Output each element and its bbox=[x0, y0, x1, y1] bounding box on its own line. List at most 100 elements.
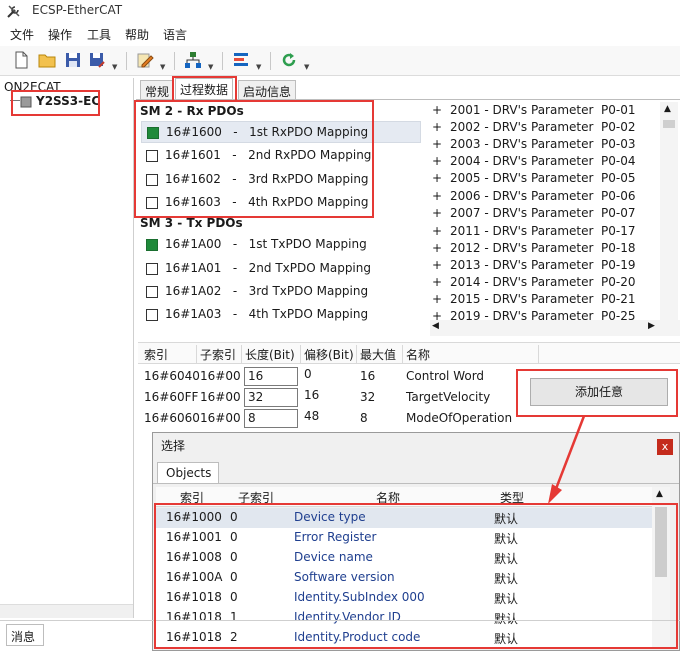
chevron-right-icon[interactable]: ▶ bbox=[648, 321, 655, 331]
chevron-down-icon[interactable]: ▼ bbox=[112, 63, 117, 71]
param-vertical-scrollbar[interactable]: ▲ bbox=[660, 102, 678, 334]
menu-file[interactable]: 文件 bbox=[10, 26, 34, 43]
length-input[interactable]: 16 bbox=[244, 367, 298, 386]
tab-messages[interactable]: 消息 bbox=[6, 624, 44, 646]
chevron-down-icon[interactable]: ▼ bbox=[160, 63, 165, 71]
column-header[interactable]: 偏移(Bit) bbox=[304, 346, 354, 363]
column-header[interactable]: 名称 bbox=[406, 346, 430, 363]
title-bar: ECSP-EtherCAT bbox=[0, 0, 680, 22]
chevron-down-icon[interactable]: ▼ bbox=[208, 63, 213, 71]
cell-subindex: 16#00 bbox=[200, 369, 241, 383]
tools-icon bbox=[7, 5, 20, 18]
annotation-box bbox=[134, 100, 374, 218]
menu-help[interactable]: 帮助 bbox=[125, 26, 149, 43]
chevron-down-icon[interactable]: ▼ bbox=[304, 63, 309, 71]
expand-icon[interactable]: + bbox=[432, 137, 442, 151]
expand-icon[interactable]: + bbox=[432, 275, 442, 289]
cell-offset: 0 bbox=[304, 367, 312, 381]
pdo-checkbox[interactable] bbox=[146, 286, 158, 298]
sm3-title: SM 3 - Tx PDOs bbox=[140, 216, 243, 230]
menu-language[interactable]: 语言 bbox=[163, 26, 187, 43]
save-as-icon[interactable] bbox=[88, 51, 106, 69]
cell-max: 8 bbox=[360, 411, 368, 425]
expand-icon[interactable]: + bbox=[432, 258, 442, 272]
length-input[interactable]: 32 bbox=[244, 388, 298, 407]
column-header[interactable]: 最大值 bbox=[360, 346, 396, 363]
expand-icon[interactable]: + bbox=[432, 224, 442, 238]
menu-operate[interactable]: 操作 bbox=[48, 26, 72, 43]
device-tree: ON2ECAT Y2SS3-EC bbox=[0, 78, 134, 618]
chevron-up-icon[interactable]: ▲ bbox=[656, 489, 663, 499]
cell-name: Control Word bbox=[406, 369, 485, 383]
cell-offset: 16 bbox=[304, 388, 320, 402]
cell-subindex: 16#00 bbox=[200, 411, 241, 425]
parameter-list: +2001 - DRV's Parameter P0-01 +2002 - DR… bbox=[430, 100, 680, 336]
open-folder-icon[interactable] bbox=[38, 51, 56, 69]
chevron-down-icon[interactable]: ▼ bbox=[256, 63, 261, 71]
txpdo-row[interactable]: 16#1A02 - 3rd TxPDO Mapping bbox=[141, 281, 421, 303]
toolbar-separator bbox=[270, 52, 271, 70]
expand-icon[interactable]: + bbox=[432, 171, 442, 185]
length-input[interactable]: 8 bbox=[244, 409, 298, 428]
edit-icon[interactable] bbox=[136, 51, 154, 69]
refresh-icon[interactable] bbox=[280, 51, 298, 69]
network-scan-icon[interactable] bbox=[184, 51, 202, 69]
cell-name: TargetVelocity bbox=[406, 390, 491, 404]
cell-index: 16#6060 bbox=[144, 411, 200, 425]
mapping-table-header: 索引 子索引 长度(Bit) 偏移(Bit) 最大值 名称 bbox=[138, 342, 680, 364]
tab-objects[interactable]: Objects bbox=[157, 462, 219, 484]
expand-icon[interactable]: + bbox=[432, 206, 442, 220]
pdo-label: 16#1A02 - 3rd TxPDO Mapping bbox=[165, 284, 369, 298]
chevron-left-icon[interactable]: ◀ bbox=[432, 321, 439, 331]
pdo-checkbox[interactable] bbox=[146, 239, 158, 251]
txpdo-row[interactable]: 16#1A03 - 4th TxPDO Mapping bbox=[141, 304, 421, 326]
column-header[interactable]: 长度(Bit) bbox=[245, 346, 295, 363]
annotation-box bbox=[172, 76, 237, 102]
toolbar-separator bbox=[126, 52, 127, 70]
pdo-checkbox[interactable] bbox=[146, 309, 158, 321]
expand-icon[interactable]: + bbox=[432, 154, 442, 168]
pdo-checkbox[interactable] bbox=[146, 263, 158, 275]
expand-icon[interactable]: + bbox=[432, 120, 442, 134]
menu-tools[interactable]: 工具 bbox=[87, 26, 111, 43]
pdo-label: 16#1A00 - 1st TxPDO Mapping bbox=[165, 237, 367, 251]
table-row[interactable]: 16#6060 16#00 8 48 8 ModeOfOperation bbox=[138, 408, 538, 430]
cell-index: 16#60FF bbox=[144, 390, 199, 404]
annotation-arrow bbox=[548, 415, 586, 504]
table-row[interactable]: 16#60FF 16#00 32 16 32 TargetVelocity bbox=[138, 387, 538, 409]
column-header[interactable]: 索引 bbox=[144, 346, 168, 363]
column-header[interactable]: 子索引 bbox=[200, 346, 236, 363]
txpdo-row[interactable]: 16#1A01 - 2nd TxPDO Mapping bbox=[141, 258, 421, 280]
pdo-label: 16#1A03 - 4th TxPDO Mapping bbox=[165, 307, 369, 321]
menu-bar: 文件 操作 工具 帮助 语言 bbox=[0, 24, 680, 44]
expand-icon[interactable]: + bbox=[432, 241, 442, 255]
cell-offset: 48 bbox=[304, 409, 320, 423]
dialog-title: 选择 bbox=[161, 439, 186, 453]
expand-icon[interactable]: + bbox=[432, 103, 442, 117]
expand-icon[interactable]: + bbox=[432, 292, 442, 306]
config-list-icon[interactable] bbox=[232, 51, 250, 69]
tab-general[interactable]: 常规 bbox=[140, 80, 175, 100]
param-horizontal-scrollbar[interactable]: ◀ ▶ bbox=[430, 320, 680, 336]
annotation-box bbox=[154, 503, 678, 649]
expand-icon[interactable]: + bbox=[432, 189, 442, 203]
tree-scrollbar[interactable] bbox=[0, 604, 133, 618]
scrollbar-thumb[interactable] bbox=[663, 120, 675, 128]
table-row[interactable]: 16#6040 16#00 16 0 16 Control Word bbox=[138, 366, 538, 388]
annotation-box bbox=[516, 369, 678, 417]
new-file-icon[interactable] bbox=[12, 51, 30, 69]
toolbar-separator bbox=[174, 52, 175, 70]
pdo-label: 16#1A01 - 2nd TxPDO Mapping bbox=[165, 261, 371, 275]
chevron-up-icon[interactable]: ▲ bbox=[664, 104, 671, 114]
annotation-box bbox=[11, 90, 100, 116]
toolbar: ▼ ▼ ▼ ▼ ▼ bbox=[0, 46, 680, 76]
window-title: ECSP-EtherCAT bbox=[32, 3, 123, 17]
cell-subindex: 16#00 bbox=[200, 390, 241, 404]
toolbar-separator bbox=[222, 52, 223, 70]
close-icon[interactable]: x bbox=[657, 439, 673, 455]
cell-name: ModeOfOperation bbox=[406, 411, 513, 425]
cell-max: 16 bbox=[360, 369, 376, 383]
txpdo-row[interactable]: 16#1A00 - 1st TxPDO Mapping bbox=[141, 234, 421, 256]
tab-startup[interactable]: 启动信息 bbox=[238, 80, 297, 100]
save-icon[interactable] bbox=[64, 51, 82, 69]
